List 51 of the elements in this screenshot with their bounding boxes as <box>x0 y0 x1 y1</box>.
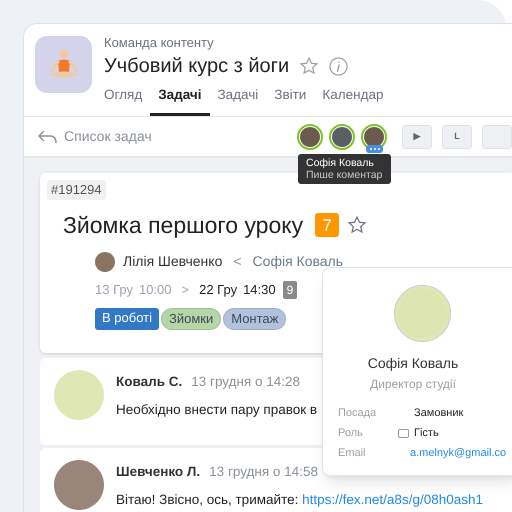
start-time: 10:00 <box>138 281 172 300</box>
field-label: Email <box>338 446 367 461</box>
star-icon[interactable] <box>347 215 368 236</box>
link[interactable]: https://fex.net/a8s/g/08h0ash1 <box>302 492 484 506</box>
start-date: 13 Гру <box>95 281 133 300</box>
back-link[interactable]: Список задач <box>64 126 152 148</box>
field-label: Посада <box>338 406 378 421</box>
tooltip-status: Пише коментар <box>306 169 383 181</box>
count-badge: 7 <box>315 213 340 238</box>
typing-indicator-icon <box>366 144 383 153</box>
end-time: 14:30 <box>243 281 276 300</box>
duration-badge: 9 <box>282 281 298 299</box>
label-icon <box>398 429 409 438</box>
team-name: Команда контенту <box>104 35 215 51</box>
member-avatar[interactable] <box>329 124 355 150</box>
star-icon[interactable] <box>299 56 320 76</box>
tag[interactable]: В роботі <box>95 308 159 330</box>
tooltip-name: Софія Коваль <box>306 157 375 169</box>
tab[interactable]: Задачі <box>210 85 266 116</box>
field-label: Роль <box>338 426 364 441</box>
task-id: #191294 <box>47 180 106 200</box>
comment-text: Вітаю! Звісно, ось, тримайте: https://fex.net/a8s/g/08h0ash1 <box>116 490 484 509</box>
field-value: Гість <box>414 426 439 441</box>
comment-author[interactable]: Шевченко Л. <box>116 462 200 482</box>
end-date: 22 Гру <box>199 281 238 300</box>
comment-time: 13 грудня о 14:28 <box>191 373 300 392</box>
info-icon[interactable] <box>329 56 348 76</box>
member-avatar[interactable] <box>297 124 323 150</box>
tab[interactable]: Звіти <box>266 85 314 116</box>
task-title: Зйомка першого уроку <box>63 211 304 240</box>
back-arrow-icon[interactable] <box>38 130 58 144</box>
tab[interactable]: Задачі <box>150 85 210 116</box>
comment-text: Необхідно внести пару правок в <box>116 400 318 419</box>
field-value: Замовник <box>414 406 464 421</box>
separator: < <box>233 252 242 272</box>
tab[interactable]: Огляд <box>96 85 150 116</box>
tab[interactable]: Календар <box>314 85 392 116</box>
assignee-name[interactable]: Софія Коваль <box>252 251 344 272</box>
comment-author[interactable]: Коваль С. <box>116 372 182 392</box>
author-name[interactable]: Лілія Шевченко <box>123 251 222 272</box>
separator: > <box>182 281 190 300</box>
tag[interactable]: Монтаж <box>223 308 286 330</box>
project-title: Учбовий курс з йоги <box>104 54 290 79</box>
toolbar-button[interactable]: L <box>442 124 472 149</box>
toolbar-button[interactable]: ▶ <box>402 124 432 149</box>
member-avatar[interactable] <box>361 124 387 150</box>
profile-role: Директор студії <box>370 376 456 393</box>
comment-time: 13 грудня о 14:58 <box>209 463 318 482</box>
email-link[interactable]: a.melnyk@gmail.co <box>410 446 506 461</box>
profile-name: Софія Коваль <box>368 354 458 373</box>
tag[interactable]: Зйомки <box>160 308 222 330</box>
